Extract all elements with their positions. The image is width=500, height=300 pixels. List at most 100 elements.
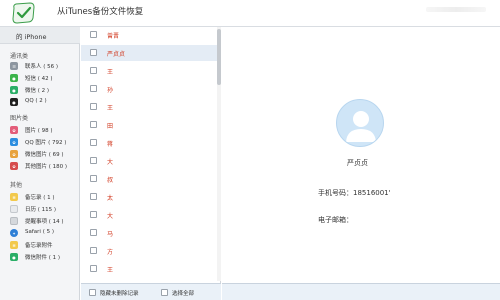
contact-name: 大 bbox=[107, 213, 114, 220]
photos-icon: ✿ bbox=[10, 126, 18, 134]
wechat-icon: ● bbox=[10, 86, 18, 94]
contact-name: 蒋 bbox=[107, 141, 114, 148]
detail-bottom-bar bbox=[222, 283, 500, 300]
list-item[interactable]: 孙 bbox=[81, 81, 221, 97]
window-title: 从iTunes备份文件恢复 bbox=[57, 7, 144, 17]
sidebar-item-label: 日历 ( 115 ) bbox=[25, 207, 57, 213]
sidebar-item-label: 联系人 ( 56 ) bbox=[25, 64, 59, 70]
sidebar-item-wechat[interactable]: ● 微信 ( 2 ) bbox=[10, 85, 78, 95]
avatar bbox=[336, 99, 384, 147]
contact-name: 叔 bbox=[107, 177, 114, 184]
list-item[interactable]: 叔 bbox=[81, 171, 221, 187]
group-label-images: 图片类 bbox=[10, 115, 29, 122]
group-label-other: 其他 bbox=[10, 182, 23, 189]
sidebar-item-label: 短信 ( 42 ) bbox=[25, 76, 53, 82]
list-item[interactable]: 太 bbox=[81, 189, 221, 205]
list-item[interactable]: 方 bbox=[81, 243, 221, 259]
sidebar-item-qq[interactable]: ● QQ ( 2 ) bbox=[10, 97, 78, 107]
row-checkbox[interactable] bbox=[90, 31, 97, 38]
row-checkbox[interactable] bbox=[90, 265, 97, 272]
contact-name: 田 bbox=[107, 123, 114, 130]
sidebar: 的 iPhone 通讯类 ☰ 联系人 ( 56 ) ● 短信 ( 42 ) ● … bbox=[0, 27, 80, 300]
hide-deleted-checkbox[interactable] bbox=[89, 289, 96, 296]
row-checkbox[interactable] bbox=[90, 49, 97, 56]
sidebar-item-label: QQ 图片 ( 792 ) bbox=[25, 140, 67, 146]
qq-photos-icon: ✿ bbox=[10, 138, 18, 146]
row-checkbox[interactable] bbox=[90, 157, 97, 164]
notes-icon: ≡ bbox=[10, 193, 18, 201]
sidebar-item-label: 图片 ( 98 ) bbox=[25, 128, 53, 134]
contact-name: 王 bbox=[107, 105, 114, 112]
sidebar-item-other-photos[interactable]: ✿ 其他图片 ( 180 ) bbox=[10, 161, 78, 171]
list-item[interactable]: 田 bbox=[81, 117, 221, 133]
contact-name: 太 bbox=[107, 195, 114, 202]
sidebar-item-notes[interactable]: ≡ 备忘录 ( 1 ) bbox=[10, 192, 78, 202]
row-checkbox[interactable] bbox=[90, 85, 97, 92]
row-checkbox[interactable] bbox=[90, 211, 97, 218]
contact-name: 马 bbox=[107, 231, 114, 238]
list-item-selected[interactable]: 严贞贞 bbox=[81, 45, 221, 61]
sidebar-item-label: 备忘录附件 bbox=[25, 243, 53, 249]
sidebar-item-calendar[interactable]: 日历 ( 115 ) bbox=[10, 204, 78, 214]
hide-deleted-label: 隐藏未删除记录 bbox=[100, 291, 139, 297]
contact-name: 孙 bbox=[107, 87, 114, 94]
contact-name: 王 bbox=[107, 267, 114, 274]
sidebar-item-label: 微信 ( 2 ) bbox=[25, 88, 50, 94]
sidebar-item-label: 备忘录 ( 1 ) bbox=[25, 195, 55, 201]
title-bar-blur bbox=[426, 7, 486, 12]
list-item[interactable]: 马 bbox=[81, 225, 221, 241]
sidebar-item-label: 微信图片 ( 69 ) bbox=[25, 152, 64, 158]
row-checkbox[interactable] bbox=[90, 139, 97, 146]
contact-name: 方 bbox=[107, 249, 114, 256]
list-item[interactable]: 曾晋 bbox=[81, 27, 221, 43]
sidebar-item-reminders[interactable]: 提醒事项 ( 14 ) bbox=[10, 216, 78, 226]
sidebar-item-label: 其他图片 ( 180 ) bbox=[25, 164, 68, 170]
sidebar-item-qq-photos[interactable]: ✿ QQ 图片 ( 792 ) bbox=[10, 137, 78, 147]
list-item[interactable]: 王 bbox=[81, 261, 221, 277]
safari-icon: ✦ bbox=[10, 229, 18, 237]
row-checkbox[interactable] bbox=[90, 229, 97, 236]
list-scrollbar-thumb[interactable] bbox=[217, 29, 221, 85]
row-checkbox[interactable] bbox=[90, 103, 97, 110]
list-item[interactable]: 蒋 bbox=[81, 135, 221, 151]
sidebar-item-wechat-attachments[interactable]: ● 微信附件 ( 1 ) bbox=[10, 252, 78, 262]
sidebar-item-photos[interactable]: ✿ 图片 ( 98 ) bbox=[10, 125, 78, 135]
select-all-label: 选择全部 bbox=[172, 291, 195, 297]
row-checkbox[interactable] bbox=[90, 247, 97, 254]
sidebar-item-sms[interactable]: ● 短信 ( 42 ) bbox=[10, 73, 78, 83]
contact-name: 大 bbox=[107, 159, 114, 166]
list-item[interactable]: 大 bbox=[81, 207, 221, 223]
sidebar-item-label: 微信附件 ( 1 ) bbox=[25, 255, 61, 261]
list-item[interactable]: 王 bbox=[81, 63, 221, 79]
row-checkbox[interactable] bbox=[90, 193, 97, 200]
device-header[interactable]: 的 iPhone bbox=[0, 27, 80, 44]
sidebar-item-wechat-photos[interactable]: ✿ 微信图片 ( 69 ) bbox=[10, 149, 78, 159]
other-photos-icon: ✿ bbox=[10, 162, 18, 170]
list-item[interactable]: 大 bbox=[81, 153, 221, 169]
sidebar-item-contacts[interactable]: ☰ 联系人 ( 56 ) bbox=[10, 61, 78, 71]
device-name: 的 iPhone bbox=[16, 33, 47, 41]
row-checkbox[interactable] bbox=[90, 67, 97, 74]
sidebar-item-label: Safari ( 5 ) bbox=[25, 229, 54, 235]
contact-name: 严贞贞 bbox=[107, 51, 126, 58]
wechat-photos-icon: ✿ bbox=[10, 150, 18, 158]
reminders-icon bbox=[10, 217, 18, 225]
contacts-icon: ☰ bbox=[10, 62, 18, 70]
app-logo-icon bbox=[12, 2, 35, 24]
sidebar-item-label: 提醒事项 ( 14 ) bbox=[25, 219, 64, 225]
contact-list-panel: 曾晋 严贞贞 王 孙 王 田 蒋 大 叔 太 大 马 方 王 隐藏未删除记录 选… bbox=[81, 27, 221, 300]
row-checkbox[interactable] bbox=[90, 121, 97, 128]
sidebar-item-notes-attachments[interactable]: ≡ 备忘录附件 bbox=[10, 240, 78, 250]
title-bar: 从iTunes备份文件恢复 bbox=[0, 0, 500, 27]
row-checkbox[interactable] bbox=[90, 175, 97, 182]
wechat-attachment-icon: ● bbox=[10, 253, 18, 261]
contact-email: 电子邮箱： bbox=[318, 216, 353, 224]
sidebar-item-label: QQ ( 2 ) bbox=[25, 98, 47, 104]
sidebar-item-safari[interactable]: ✦ Safari ( 5 ) bbox=[10, 228, 78, 238]
list-item[interactable]: 王 bbox=[81, 99, 221, 115]
notes-attachment-icon: ≡ bbox=[10, 241, 18, 249]
contact-phone: 手机号码：18516001' bbox=[318, 189, 391, 197]
contact-detail-name: 严贞贞 bbox=[347, 159, 368, 167]
select-all-checkbox[interactable] bbox=[161, 289, 168, 296]
contact-name: 王 bbox=[107, 69, 114, 76]
